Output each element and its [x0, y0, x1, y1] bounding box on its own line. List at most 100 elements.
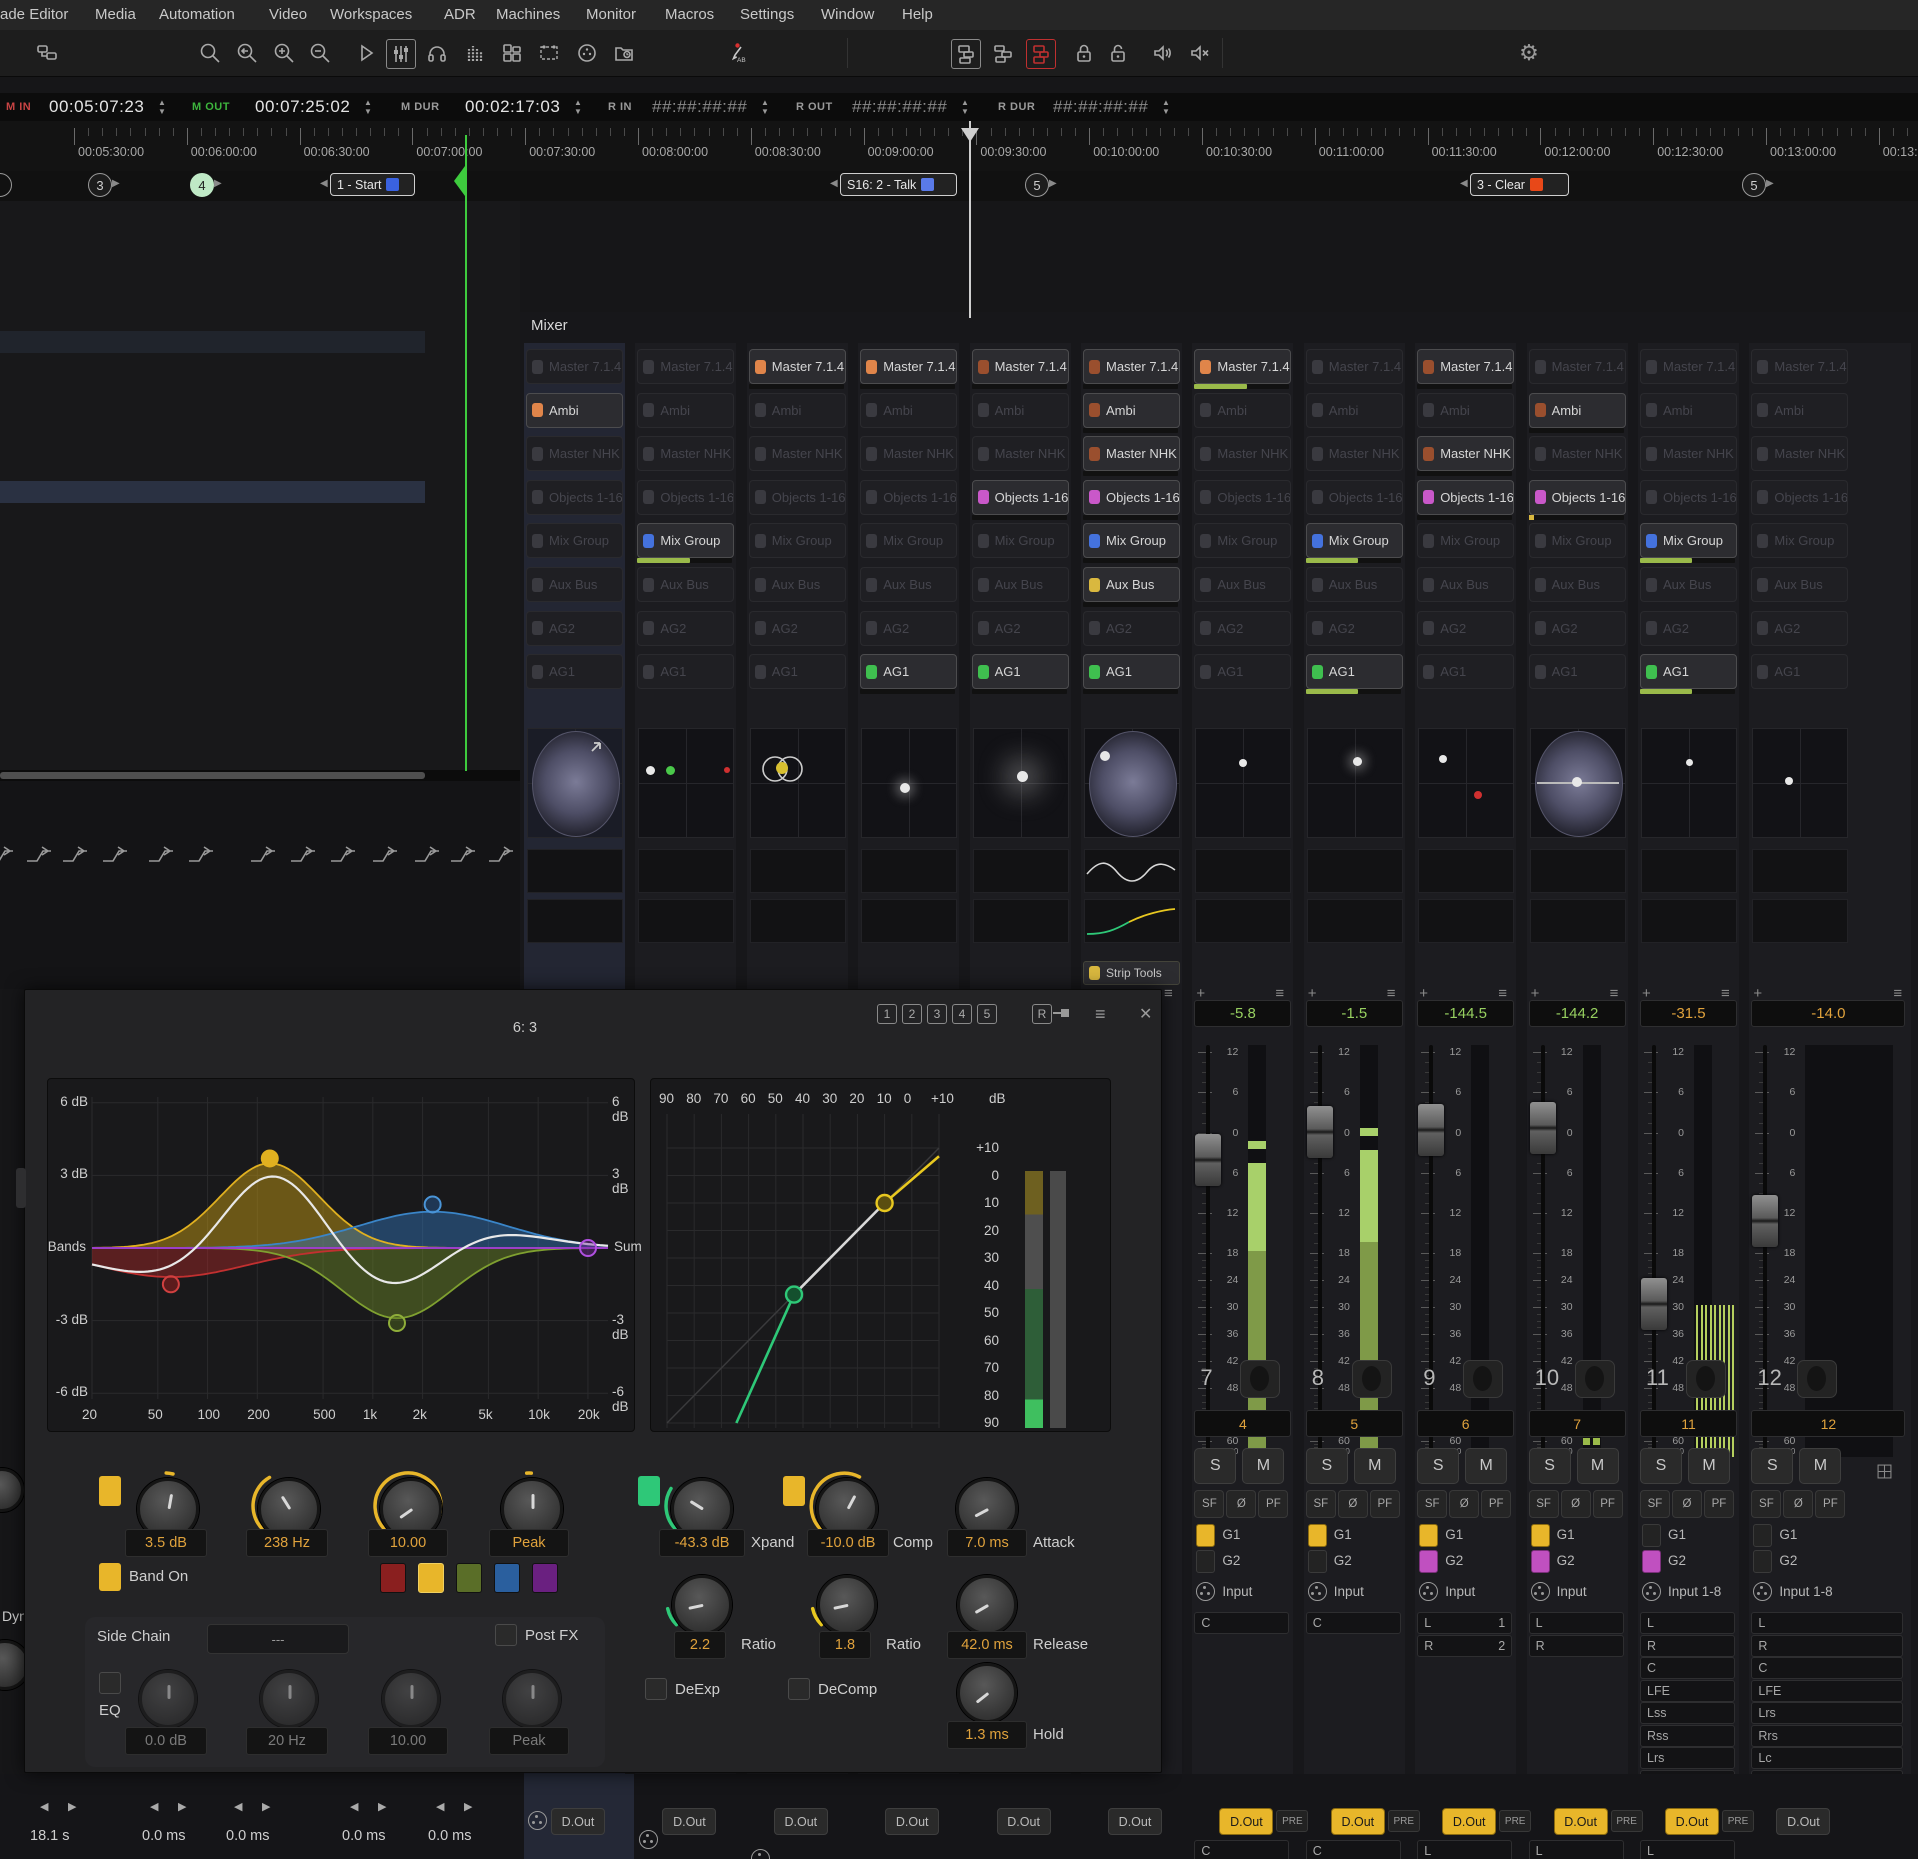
edge-knob-partial[interactable]: [0, 1468, 24, 1512]
bus-assign-mix-group[interactable]: Mix Group: [972, 523, 1069, 558]
bus-assign-mix-group[interactable]: Mix Group: [637, 523, 734, 558]
pan-display[interactable]: [527, 728, 623, 838]
channel-format-row[interactable]: Lss: [1640, 1702, 1735, 1724]
menu-item-ade-editor[interactable]: ade Editor: [0, 6, 68, 23]
preset-button-1[interactable]: 1: [877, 1004, 897, 1024]
strip-menu-icon[interactable]: ≡: [1164, 985, 1173, 1002]
fader-value[interactable]: -31.5: [1640, 1000, 1737, 1027]
safe-button[interactable]: SF: [1751, 1490, 1781, 1518]
bus-assign-ag1[interactable]: AG1: [749, 654, 846, 689]
speaker-icon[interactable]: [1148, 39, 1176, 67]
band-select-swatch-2[interactable]: [418, 1563, 444, 1593]
channel-format-row[interactable]: LFE: [1751, 1680, 1903, 1702]
zoom-in-icon[interactable]: [270, 39, 298, 67]
bus-assign-ag1[interactable]: AG1: [1083, 654, 1180, 689]
fader-handle[interactable]: [1195, 1134, 1221, 1186]
fader-track[interactable]: [1652, 1045, 1656, 1457]
nudge-left-icon[interactable]: ◀: [350, 1800, 358, 1813]
channel-knob-button[interactable]: [1575, 1360, 1615, 1398]
unlock-icon[interactable]: [1104, 39, 1132, 67]
menu-item-workspaces[interactable]: Workspaces: [330, 6, 412, 23]
bus-assign-aux-bus[interactable]: Aux Bus: [860, 567, 957, 602]
automation-cell[interactable]: [1084, 849, 1180, 893]
band-select-swatch-5[interactable]: [532, 1563, 558, 1593]
sidechain-source-dropdown[interactable]: ---: [207, 1624, 349, 1654]
pin-icon[interactable]: [1051, 1003, 1071, 1028]
lock-icon[interactable]: [1070, 39, 1098, 67]
automation-tool-icon[interactable]: [24, 841, 54, 876]
output-format-row[interactable]: L: [1640, 1840, 1735, 1859]
group1-checkbox[interactable]: [1419, 1524, 1438, 1547]
direct-out-button[interactable]: D.Out: [662, 1808, 716, 1835]
bus-assign-master-nhk[interactable]: Master NHK: [526, 436, 623, 471]
bus-assign-ambi[interactable]: Ambi: [749, 393, 846, 428]
channel-format-row[interactable]: L: [1529, 1612, 1624, 1634]
sc-eq-gain-knob[interactable]: [139, 1670, 197, 1728]
bus-assign-objects-1-16[interactable]: Objects 1-16: [749, 480, 846, 515]
timecode-spinner-2[interactable]: ▲▼: [574, 98, 582, 116]
sc-eq-freq-value[interactable]: 20 Hz: [246, 1727, 328, 1755]
nudge-right-icon[interactable]: ▶: [68, 1800, 76, 1813]
safe-button[interactable]: SF: [1306, 1490, 1336, 1518]
band-q-value[interactable]: 10.00: [368, 1529, 448, 1557]
play-icon[interactable]: [352, 39, 380, 67]
marquee-icon[interactable]: [535, 39, 563, 67]
group1-checkbox[interactable]: [1196, 1524, 1215, 1547]
fader-value[interactable]: -144.2: [1529, 1000, 1626, 1027]
automation-tool-icon[interactable]: [248, 841, 278, 876]
group1-checkbox[interactable]: [1308, 1524, 1327, 1547]
pan-display[interactable]: [638, 728, 734, 838]
channel-knob-button[interactable]: [1686, 1360, 1726, 1398]
nudge-value[interactable]: 0.0 ms: [342, 1828, 386, 1844]
automation-cell[interactable]: [638, 849, 734, 893]
channel-format-row[interactable]: C: [1751, 1657, 1903, 1679]
meter-bars-icon[interactable]: [462, 39, 490, 67]
solo-button[interactable]: S: [1529, 1448, 1571, 1484]
comp-ratio-knob[interactable]: [817, 1575, 877, 1635]
band-select-swatch-3[interactable]: [456, 1563, 482, 1593]
automation-cell[interactable]: [527, 849, 623, 893]
direct-out-button[interactable]: D.Out: [1219, 1808, 1273, 1835]
channel-assign-number[interactable]: 12: [1751, 1410, 1905, 1437]
preset-button-3[interactable]: 3: [927, 1004, 947, 1024]
channel-knob-button[interactable]: [1797, 1360, 1837, 1398]
bus-assign-ag1[interactable]: AG1: [526, 654, 623, 689]
pre-badge[interactable]: PRE: [1388, 1810, 1420, 1832]
bus-assign-ag2[interactable]: AG2: [972, 611, 1069, 646]
direct-out-button[interactable]: D.Out: [1665, 1808, 1719, 1835]
timecode-spinner-1[interactable]: ▲▼: [364, 98, 372, 116]
mute-button[interactable]: M: [1242, 1448, 1284, 1484]
mute-button[interactable]: M: [1465, 1448, 1507, 1484]
pan-display[interactable]: [973, 728, 1069, 838]
comp-threshold-value[interactable]: -10.0 dB: [807, 1529, 889, 1557]
marker-circle-5[interactable]: 5: [1025, 173, 1049, 197]
direct-out-button[interactable]: D.Out: [1108, 1808, 1162, 1835]
mute-button[interactable]: M: [1688, 1448, 1730, 1484]
layers-red-icon[interactable]: [1026, 39, 1056, 69]
group2-checkbox[interactable]: [1753, 1550, 1772, 1573]
menu-item-settings[interactable]: Settings: [740, 6, 794, 23]
automation-tool-icon[interactable]: [60, 841, 90, 876]
group1-checkbox[interactable]: [1753, 1524, 1772, 1547]
channel-format-row[interactable]: Lrs: [1640, 1747, 1735, 1769]
menu-item-automation[interactable]: Automation: [159, 6, 235, 23]
channel-format-row[interactable]: Lc: [1751, 1747, 1903, 1769]
mute-button[interactable]: M: [1577, 1448, 1619, 1484]
automation-cell[interactable]: [1084, 899, 1180, 943]
group2-checkbox[interactable]: [1196, 1550, 1215, 1573]
preset-button-4[interactable]: 4: [952, 1004, 972, 1024]
group1-checkbox[interactable]: [1531, 1524, 1550, 1547]
fader-handle[interactable]: [1641, 1278, 1667, 1330]
menu-item-window[interactable]: Window: [821, 6, 874, 23]
bus-assign-aux-bus[interactable]: Aux Bus: [637, 567, 734, 602]
direct-out-button[interactable]: D.Out: [885, 1808, 939, 1835]
channel-format-row[interactable]: LFE: [1640, 1680, 1735, 1702]
reset-button[interactable]: R: [1032, 1004, 1052, 1024]
output-format-row[interactable]: C: [1306, 1840, 1401, 1859]
edit-playhead-line[interactable]: [465, 135, 467, 771]
safe-button[interactable]: SF: [1417, 1490, 1447, 1518]
bus-assign-objects-1-16[interactable]: Objects 1-16: [972, 480, 1069, 515]
phase-button[interactable]: Ø: [1561, 1490, 1591, 1518]
input-row[interactable]: Input: [1308, 1582, 1364, 1601]
mute-button[interactable]: M: [1354, 1448, 1396, 1484]
